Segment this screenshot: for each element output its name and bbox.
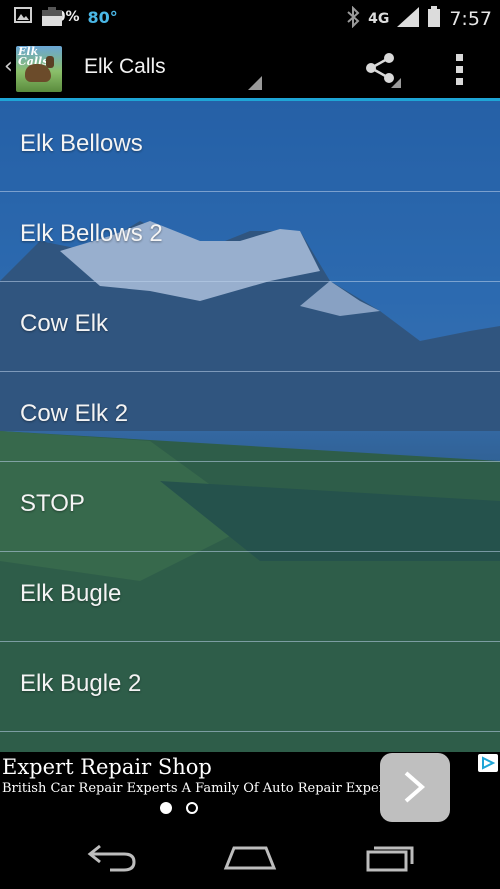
list-item-elk-bellows-2[interactable]: Elk Bellows 2: [0, 191, 500, 282]
elk-head-icon: [46, 56, 54, 68]
ad-subtitle[interactable]: British Car Repair Experts A Family Of A…: [2, 781, 397, 796]
list-item-cow-elk[interactable]: Cow Elk: [0, 281, 500, 372]
battery-icon: [427, 6, 441, 32]
signal-icon: [397, 7, 420, 31]
chevron-right-icon: [404, 771, 426, 803]
page-title[interactable]: Elk Calls: [84, 55, 166, 79]
list-item-elk-bugle-2[interactable]: Elk Bugle 2: [0, 641, 500, 732]
list-item-label: Elk Bugle 2: [20, 670, 142, 697]
ad-banner[interactable]: Expert Repair Shop British Car Repair Ex…: [0, 752, 500, 824]
status-left: 60% 80°: [14, 7, 118, 27]
sound-list: Elk Bellows Elk Bellows 2 Cow Elk Cow El…: [0, 101, 500, 752]
list-item-cow-elk-2[interactable]: Cow Elk 2: [0, 371, 500, 462]
ad-pager: [160, 802, 198, 814]
overflow-menu-icon[interactable]: [450, 52, 470, 88]
clock: 7:57: [449, 8, 492, 30]
pager-dot[interactable]: [186, 802, 198, 814]
list-item-label: Cow Elk 2: [20, 400, 129, 427]
list-item-stop[interactable]: STOP: [0, 461, 500, 552]
ad-open-button[interactable]: [380, 753, 450, 822]
list-item-label: STOP: [20, 490, 85, 517]
ad-title[interactable]: Expert Repair Shop: [2, 755, 212, 779]
list-item-label: Elk Bellows: [20, 130, 143, 157]
network-label: 4G: [368, 11, 390, 27]
status-right: 4G 7:57: [346, 5, 492, 32]
list-item-label: Cow Elk: [20, 310, 109, 337]
list-item-elk-bellows[interactable]: Elk Bellows: [0, 101, 500, 192]
bluetooth-icon: [346, 5, 360, 32]
share-icon[interactable]: [363, 50, 401, 88]
temperature: 80°: [87, 7, 118, 27]
list-item-label: Elk Bugle: [20, 580, 122, 607]
home-icon[interactable]: [220, 838, 280, 874]
status-bar: 60% 80° 4G 7:57: [0, 0, 500, 36]
app-logo[interactable]: Elk Calls: [16, 46, 62, 92]
list-item-label: Elk Bellows 2: [20, 220, 163, 247]
up-caret-icon[interactable]: ‹: [4, 54, 13, 79]
list-item-elk-bugle[interactable]: Elk Bugle: [0, 551, 500, 642]
action-bar: ‹ Elk Calls Elk Calls: [0, 36, 500, 100]
battery-icon: [40, 7, 64, 27]
image-icon: [14, 7, 32, 27]
recents-icon[interactable]: [362, 838, 422, 874]
pager-dot-active[interactable]: [160, 802, 172, 814]
navigation-bar: [0, 824, 500, 889]
back-icon[interactable]: [82, 838, 142, 874]
spinner-indicator-icon[interactable]: [248, 76, 262, 90]
ad-choices-icon[interactable]: [478, 754, 498, 772]
